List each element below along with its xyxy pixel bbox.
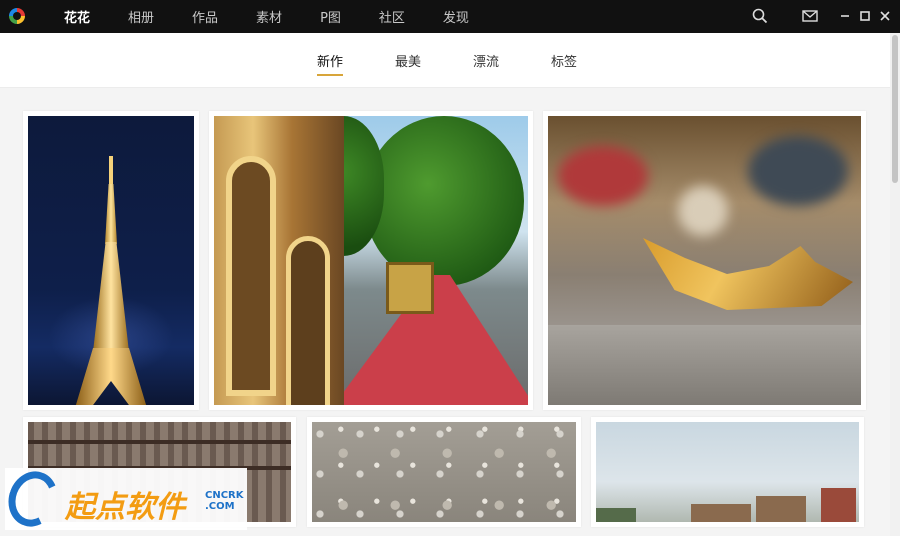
nav-item-works[interactable]: 作品: [192, 7, 218, 26]
nav-item-discover[interactable]: 发现: [443, 7, 469, 26]
nav-item-photo-edit[interactable]: P图: [320, 7, 341, 26]
watermark-logo-icon: [0, 464, 66, 534]
search-icon[interactable]: [751, 7, 769, 25]
watermark-overlay: 起点软件 CNCRK .COM: [0, 464, 247, 534]
photo-houses-sky: [596, 422, 859, 522]
main-nav: 花花 相册 作品 素材 P图 社区 发现: [64, 0, 507, 33]
photo-autumn-leaf: [548, 116, 861, 405]
maximize-icon[interactable]: [857, 7, 875, 25]
photo-cable-car-street: [214, 116, 528, 405]
nav-item-albums[interactable]: 相册: [128, 7, 154, 26]
nav-item-huahua[interactable]: 花花: [64, 7, 90, 26]
tab-new-works[interactable]: 新作: [317, 51, 344, 76]
minimize-icon[interactable]: [837, 7, 855, 25]
nav-item-community[interactable]: 社区: [379, 7, 405, 26]
sub-nav-bar: 新作 最美 漂流 标签: [0, 33, 890, 88]
photo-card[interactable]: [591, 417, 864, 527]
title-bar: 花花 相册 作品 素材 P图 社区 发现: [0, 0, 900, 33]
sub-nav: 新作 最美 漂流 标签: [317, 33, 629, 88]
tab-tags[interactable]: 标签: [551, 51, 577, 70]
photo-card[interactable]: [209, 111, 533, 410]
photo-gravel-stones: [312, 422, 576, 522]
nav-item-materials[interactable]: 素材: [256, 7, 282, 26]
watermark-brand: CNCRK .COM: [205, 490, 244, 512]
app-logo-icon[interactable]: [9, 8, 25, 24]
tab-drift[interactable]: 漂流: [473, 51, 499, 70]
close-icon[interactable]: [877, 7, 895, 25]
photo-card[interactable]: [23, 111, 199, 410]
photo-eiffel-tower: [28, 116, 194, 405]
vertical-scrollbar[interactable]: [890, 33, 900, 536]
photo-card[interactable]: [307, 417, 581, 527]
photo-card[interactable]: [543, 111, 866, 410]
tab-most-beautiful[interactable]: 最美: [395, 51, 421, 70]
mail-icon[interactable]: [801, 7, 819, 25]
scrollbar-thumb[interactable]: [892, 35, 898, 183]
watermark-title: 起点软件: [65, 490, 185, 525]
